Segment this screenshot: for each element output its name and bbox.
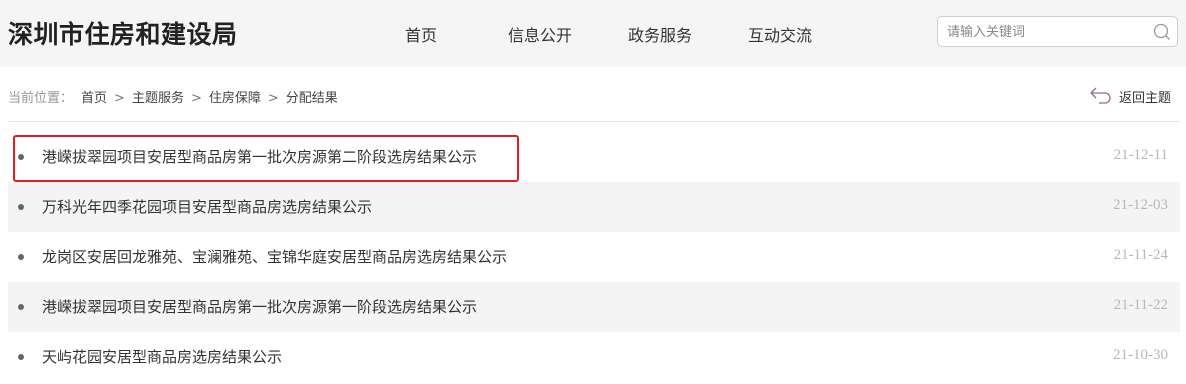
list-item-title[interactable]: 天屿花园安居型商品房选房结果公示 xyxy=(42,346,282,367)
list-item[interactable]: 港嵘拔翠园项目安居型商品房第一批次房源第一阶段选房结果公示 21-11-22 xyxy=(8,282,1180,332)
list-item-date: 21-10-30 xyxy=(1113,347,1168,363)
breadcrumb-separator: > xyxy=(267,91,279,106)
divider xyxy=(8,121,1180,122)
nav-item-gov-services[interactable]: 政务服务 xyxy=(628,22,692,46)
nav-item-info-disclosure[interactable]: 信息公开 xyxy=(508,22,572,46)
breadcrumb-item-allocation-results[interactable]: 分配结果 xyxy=(286,91,338,106)
list-item-date: 21-11-22 xyxy=(1113,297,1168,313)
breadcrumb-item-topic-services[interactable]: 主题服务 xyxy=(132,91,184,106)
list-item[interactable]: 天屿花园安居型商品房选房结果公示 21-10-30 xyxy=(8,332,1180,382)
list-item-date: 21-11-24 xyxy=(1113,247,1168,263)
bullet-icon xyxy=(18,254,24,260)
list-item-title[interactable]: 港嵘拔翠园项目安居型商品房第一批次房源第一阶段选房结果公示 xyxy=(42,296,477,317)
breadcrumb-prefix: 当前位置： xyxy=(8,91,74,106)
back-to-topic-label: 返回主题 xyxy=(1119,91,1172,106)
breadcrumb-separator: > xyxy=(114,91,125,106)
return-arrow-icon xyxy=(1090,87,1111,104)
breadcrumb-item-housing-security[interactable]: 住房保障 xyxy=(209,91,261,106)
site-title[interactable]: 深圳市住房和建设局 xyxy=(8,15,238,51)
list-item-title[interactable]: 港嵘拔翠园项目安居型商品房第一批次房源第二阶段选房结果公示 xyxy=(42,146,477,167)
bullet-icon xyxy=(18,304,24,310)
bullet-icon xyxy=(18,204,24,210)
list-item-date: 21-12-03 xyxy=(1113,197,1168,213)
list-item-date: 21-12-11 xyxy=(1113,147,1168,163)
list-item[interactable]: 港嵘拔翠园项目安居型商品房第一批次房源第二阶段选房结果公示 21-12-11 xyxy=(8,132,1180,182)
search-input[interactable] xyxy=(947,23,1147,41)
list-item-title[interactable]: 龙岗区安居回龙雅苑、宝澜雅苑、宝锦华庭安居型商品房选房结果公示 xyxy=(42,246,507,267)
breadcrumb-item-home[interactable]: 首页 xyxy=(81,91,107,106)
bullet-icon xyxy=(18,154,24,160)
bullet-icon xyxy=(18,354,24,360)
search-icon[interactable] xyxy=(1153,23,1171,41)
nav-item-interaction[interactable]: 互动交流 xyxy=(748,22,812,46)
site-header: 深圳市住房和建设局 首页 信息公开 政务服务 互动交流 xyxy=(0,0,1186,67)
list-item-title[interactable]: 万科光年四季花园项目安居型商品房选房结果公示 xyxy=(42,196,372,217)
breadcrumb: 当前位置： 首页 > 主题服务 > 住房保障 > 分配结果 xyxy=(8,87,338,106)
nav-item-home[interactable]: 首页 xyxy=(405,22,437,46)
breadcrumb-separator: > xyxy=(190,91,202,106)
list-item[interactable]: 万科光年四季花园项目安居型商品房选房结果公示 21-12-03 xyxy=(8,182,1180,232)
search-box xyxy=(937,16,1178,47)
list-item[interactable]: 龙岗区安居回龙雅苑、宝澜雅苑、宝锦华庭安居型商品房选房结果公示 21-11-24 xyxy=(8,232,1180,282)
results-list: 港嵘拔翠园项目安居型商品房第一批次房源第二阶段选房结果公示 21-12-11 万… xyxy=(8,132,1180,382)
